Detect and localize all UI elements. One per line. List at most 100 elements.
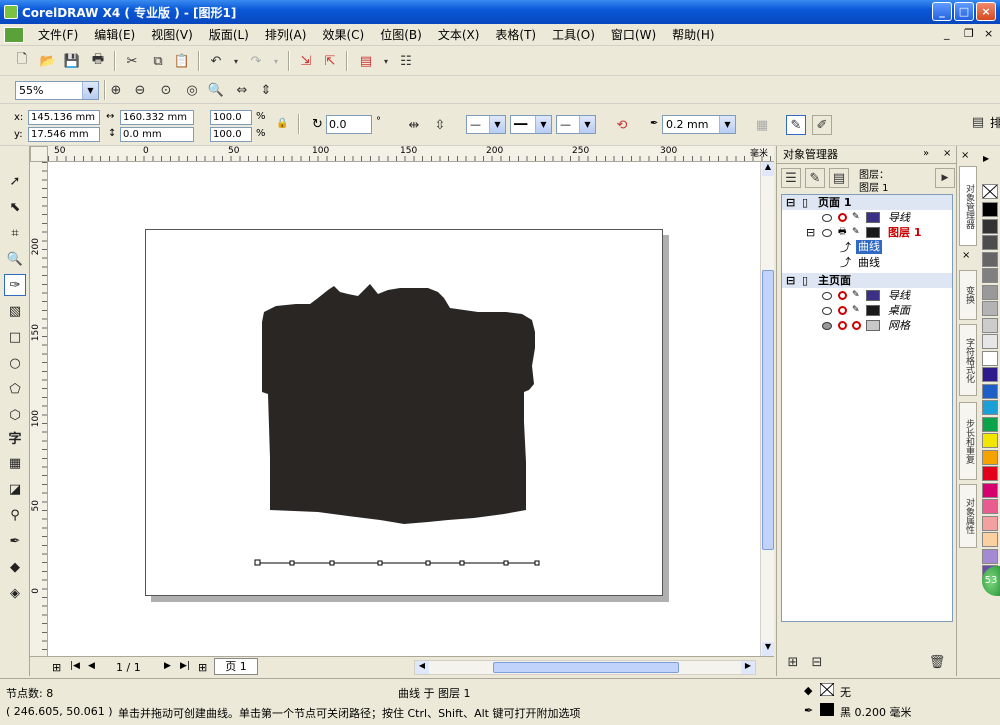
arrange-icon[interactable]: ▤ bbox=[968, 112, 988, 132]
tree-master-grid[interactable]: 网格 bbox=[782, 318, 952, 333]
options-icon[interactable]: ☷ bbox=[396, 51, 416, 71]
menu-effects[interactable]: 效果(C) bbox=[314, 26, 372, 43]
pencil-icon[interactable]: ✎ bbox=[852, 306, 861, 315]
pick-tool-icon[interactable]: ➚ bbox=[4, 170, 26, 192]
paste-icon[interactable]: 📋 bbox=[172, 51, 192, 71]
node-handle[interactable] bbox=[534, 560, 540, 566]
new-icon[interactable]: 🗋 bbox=[12, 51, 32, 71]
menu-tools[interactable]: 工具(O) bbox=[544, 26, 603, 43]
tree-object-curve[interactable]: ⤴ 曲线 bbox=[782, 255, 952, 270]
new-layer-icon[interactable]: ⊞ bbox=[783, 652, 803, 672]
wrap-text-icon[interactable]: ▦ bbox=[752, 115, 772, 135]
edit-across-layers-icon[interactable]: ✎ bbox=[805, 168, 825, 188]
tab-transform[interactable]: 变换 bbox=[959, 270, 977, 320]
page-add-icon[interactable]: ⊞ bbox=[198, 661, 207, 674]
horizontal-ruler[interactable]: 50 0 50 100 150 200 250 300 毫米 bbox=[48, 146, 774, 162]
interactive-fill-icon[interactable]: ◈ bbox=[4, 582, 26, 604]
palette-flyout-badge[interactable]: 53 bbox=[982, 566, 1000, 596]
zoom-height-icon[interactable]: ⇕ bbox=[256, 80, 276, 100]
mdi-restore[interactable]: ❐ bbox=[964, 27, 974, 40]
next-page-icon[interactable]: ▶ bbox=[164, 661, 171, 671]
menu-view[interactable]: 视图(V) bbox=[143, 26, 201, 43]
zoom-page-icon[interactable]: 🔍 bbox=[206, 80, 226, 100]
tree-page-1[interactable]: ⊟ ▯ 页面 1 bbox=[782, 195, 952, 210]
basic-shapes-icon[interactable]: ⬡ bbox=[4, 404, 26, 426]
redo-dropdown-icon[interactable]: ▾ bbox=[266, 51, 286, 71]
tab-step-repeat[interactable]: 步长和重复 bbox=[959, 402, 977, 480]
gift-box-shape[interactable] bbox=[262, 284, 535, 524]
cut-icon[interactable]: ✂ bbox=[122, 51, 142, 71]
menu-file[interactable]: 文件(F) bbox=[30, 26, 86, 43]
polygon-tool-icon[interactable]: ⬠ bbox=[4, 378, 26, 400]
first-page-icon[interactable]: |◀ bbox=[70, 661, 80, 671]
tree-master-desktop[interactable]: ✎ 桌面 bbox=[782, 303, 952, 318]
delete-layer-icon[interactable]: 🗑 bbox=[927, 652, 947, 672]
collapse-icon[interactable]: ⊟ bbox=[786, 195, 795, 210]
launcher-dropdown-icon[interactable]: ▾ bbox=[376, 51, 396, 71]
print-icon[interactable]: 🖶 bbox=[88, 51, 108, 71]
interactive-blend-icon[interactable]: ◪ bbox=[4, 478, 26, 500]
rotation-field[interactable]: 0.0 bbox=[326, 115, 372, 134]
palette-swatch[interactable] bbox=[982, 499, 998, 514]
print-disabled-icon[interactable] bbox=[838, 321, 847, 330]
node-handle[interactable] bbox=[254, 559, 261, 566]
no-color-swatch[interactable] bbox=[982, 184, 998, 199]
eye-icon[interactable] bbox=[822, 307, 832, 315]
mdi-minimize[interactable]: _ bbox=[944, 27, 950, 40]
tree-layer-1[interactable]: ⊟ 🖶 ✎ 图层 1 bbox=[782, 225, 952, 240]
shape-tool-icon[interactable]: ⬉ bbox=[4, 196, 26, 218]
redo-icon[interactable]: ↷ bbox=[246, 51, 266, 71]
palette-swatch[interactable] bbox=[982, 268, 998, 283]
eye-icon[interactable] bbox=[822, 229, 832, 237]
tree-master-guides[interactable]: ✎ 导线 bbox=[782, 288, 952, 303]
menu-bitmaps[interactable]: 位图(B) bbox=[372, 26, 430, 43]
mirror-h-icon[interactable]: ⇹ bbox=[404, 115, 424, 135]
undo-icon[interactable]: ↶ bbox=[206, 51, 226, 71]
scale-x-field[interactable]: 100.0 bbox=[210, 110, 252, 125]
new-master-layer-icon[interactable]: ⊟ bbox=[807, 652, 827, 672]
palette-swatch[interactable] bbox=[982, 548, 998, 564]
edit-disabled-icon[interactable] bbox=[852, 321, 861, 330]
prev-page-icon[interactable]: ◀ bbox=[88, 661, 95, 671]
zoom-out-icon[interactable]: ⊖ bbox=[130, 80, 150, 100]
close-button[interactable]: × bbox=[976, 2, 996, 21]
print-disabled-icon[interactable] bbox=[838, 291, 847, 300]
width-field[interactable]: 160.332 mm bbox=[120, 110, 194, 125]
save-icon[interactable]: 💾 bbox=[62, 51, 82, 71]
palette-swatch[interactable] bbox=[982, 301, 998, 316]
node-handle[interactable] bbox=[503, 560, 509, 566]
vertical-scrollbar[interactable]: ▲ ▼ bbox=[760, 162, 774, 656]
palette-swatch[interactable] bbox=[982, 433, 998, 448]
smart-fill-icon[interactable]: ▧ bbox=[4, 300, 26, 322]
y-position-field[interactable]: 17.546 mm bbox=[28, 127, 100, 142]
minimize-button[interactable]: _ bbox=[932, 2, 952, 21]
height-field[interactable]: 0.0 mm bbox=[120, 127, 194, 142]
print-disabled-icon[interactable] bbox=[838, 213, 847, 222]
palette-swatch[interactable] bbox=[982, 317, 998, 333]
menu-arrange[interactable]: 排列(A) bbox=[257, 26, 315, 43]
palette-swatch[interactable] bbox=[982, 334, 998, 349]
fill-tool-icon[interactable]: ◆ bbox=[4, 556, 26, 578]
import-icon[interactable]: ⇲ bbox=[296, 51, 316, 71]
open-icon[interactable]: 📂 bbox=[38, 51, 58, 71]
mdi-close[interactable]: × bbox=[984, 27, 993, 40]
tab-object-manager[interactable]: 对象管理器 bbox=[959, 166, 977, 246]
palette-swatch[interactable] bbox=[982, 251, 998, 267]
zoom-width-icon[interactable]: ⇔ bbox=[232, 80, 252, 100]
copy-icon[interactable]: ⧉ bbox=[148, 51, 168, 71]
collapse-icon[interactable]: ⊟ bbox=[786, 273, 795, 288]
eye-icon[interactable] bbox=[822, 214, 832, 222]
tabs-close-icon[interactable]: × bbox=[961, 150, 969, 161]
scroll-right-icon[interactable]: ▶ bbox=[741, 661, 755, 674]
zoom-tool-icon[interactable]: 🔍 bbox=[4, 248, 26, 270]
end-arrow-select[interactable]: — ▼ bbox=[556, 115, 596, 134]
horizontal-scroll-thumb[interactable] bbox=[493, 662, 679, 673]
launcher-icon[interactable]: ▤ bbox=[356, 51, 376, 71]
drawing-layer[interactable] bbox=[48, 162, 760, 656]
zoom-level-select[interactable]: 55% ▼ bbox=[15, 81, 99, 100]
eyedropper-tool-icon[interactable]: ⚲ bbox=[4, 504, 26, 526]
x-position-field[interactable]: 145.136 mm bbox=[28, 110, 100, 125]
horizontal-scrollbar[interactable]: ◀ ▶ bbox=[414, 660, 756, 675]
export-icon[interactable]: ⇱ bbox=[320, 51, 340, 71]
zoom-selected-icon[interactable]: ⊙ bbox=[156, 80, 176, 100]
